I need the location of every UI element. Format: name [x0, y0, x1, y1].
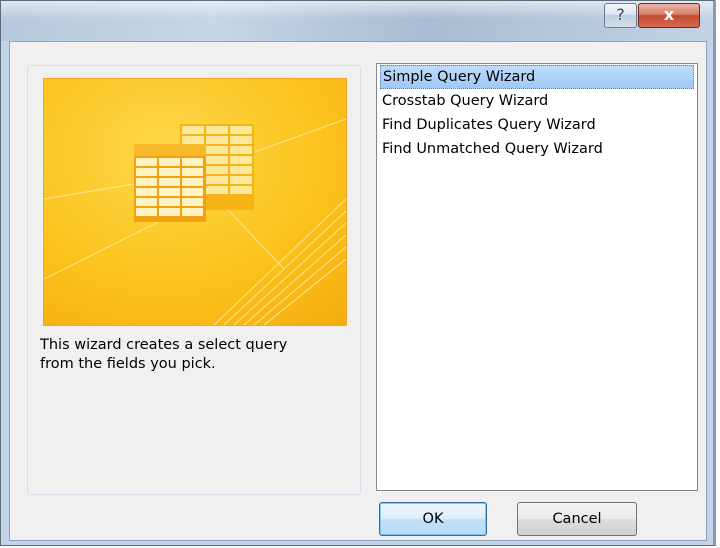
list-item-find-unmatched-query-wizard[interactable]: Find Unmatched Query Wizard: [380, 137, 694, 161]
cancel-button[interactable]: Cancel: [517, 502, 637, 536]
ok-button[interactable]: OK: [379, 502, 487, 536]
list-item-crosstab-query-wizard[interactable]: Crosstab Query Wizard: [380, 89, 694, 113]
new-query-dialog: ? x This wizard creates a select query f…: [0, 0, 716, 546]
list-item-find-duplicates-query-wizard[interactable]: Find Duplicates Query Wizard: [380, 113, 694, 137]
query-illustration: [44, 79, 346, 325]
dialog-client-area: This wizard creates a select query from …: [9, 41, 707, 541]
help-button[interactable]: ?: [604, 3, 637, 28]
wizard-preview-image: [43, 78, 347, 326]
close-icon: x: [663, 5, 675, 24]
wizard-description: This wizard creates a select query from …: [40, 337, 288, 372]
wizard-list[interactable]: Simple Query Wizard Crosstab Query Wizar…: [376, 63, 698, 491]
list-item-simple-query-wizard[interactable]: Simple Query Wizard: [380, 65, 694, 89]
help-icon: ?: [616, 5, 625, 24]
title-bar[interactable]: ? x: [1, 1, 713, 41]
close-button[interactable]: x: [638, 3, 700, 28]
wizard-preview-panel: This wizard creates a select query from …: [27, 65, 361, 495]
